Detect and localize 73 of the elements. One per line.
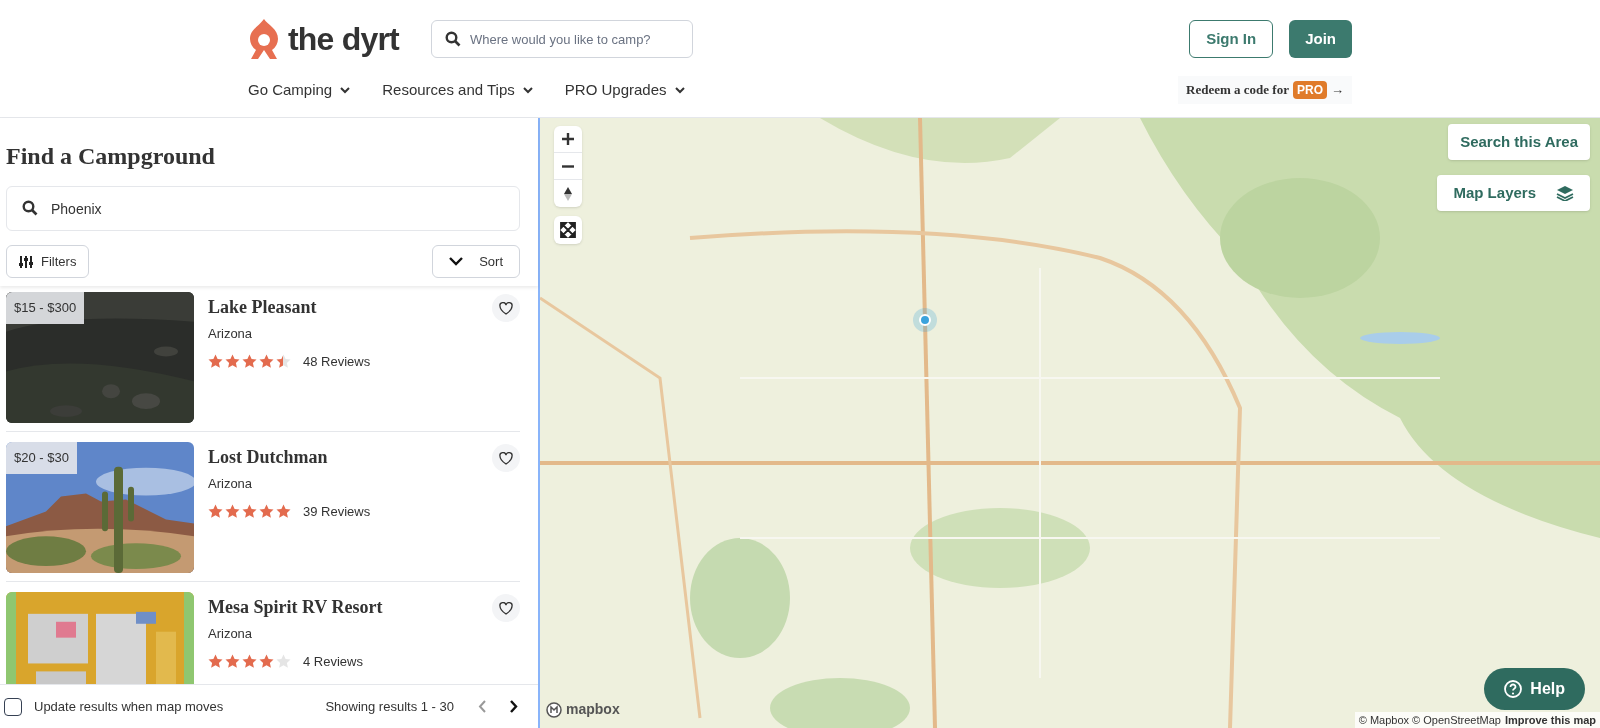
checkbox-label: Update results when map moves [34, 697, 224, 716]
minus-icon [562, 164, 574, 168]
chevron-down-icon [449, 257, 464, 266]
mapbox-logo-text[interactable]: mapbox [566, 699, 620, 720]
favorite-button[interactable] [492, 444, 520, 472]
star-icon [225, 353, 240, 369]
campground-name[interactable]: Lost Dutchman [208, 444, 328, 471]
location-search-field[interactable]: Phoenix [6, 186, 520, 231]
results-count: Showing results 1 - 30 [325, 697, 454, 716]
search-icon [22, 200, 38, 216]
campground-name[interactable]: Lake Pleasant [208, 294, 317, 321]
heart-icon [499, 301, 513, 315]
review-count: 48 Reviews [303, 352, 371, 371]
heart-icon [499, 451, 513, 465]
price-badge: $15 - $300 [6, 292, 85, 324]
improve-map-link[interactable]: Improve this map [1504, 711, 1596, 728]
search-field[interactable]: Where would you like to camp? [430, 20, 693, 58]
join-button[interactable]: Join [1289, 20, 1352, 58]
price-badge: $20 - $30 [6, 442, 77, 474]
star-icon [225, 503, 240, 519]
attribution-text[interactable]: © Mapbox © OpenStreetMap [1358, 711, 1501, 728]
help-button[interactable]: Help [1484, 668, 1585, 710]
chevron-right-icon [510, 700, 518, 713]
review-count: 4 Reviews [303, 652, 363, 671]
star-icon [242, 503, 257, 519]
review-count: 39 Reviews [303, 502, 371, 521]
pro-badge: PRO [1293, 81, 1327, 99]
nav-menu-item[interactable]: Resources and Tips [382, 78, 533, 102]
nav-menu-item[interactable]: Go Camping [248, 78, 351, 102]
star-icon [242, 353, 257, 369]
fullscreen-button[interactable] [554, 216, 582, 244]
favorite-button[interactable] [492, 594, 520, 622]
map-layers-button[interactable]: Map Layers [1437, 175, 1590, 211]
compass-icon [564, 185, 572, 202]
plus-icon [562, 133, 574, 145]
star-icon [242, 653, 257, 669]
filters-button[interactable]: Filters [6, 245, 90, 278]
page-title: Find a Campground [6, 142, 216, 171]
star-icon [276, 503, 291, 519]
layers-icon [1556, 185, 1574, 201]
star-icon [276, 353, 291, 369]
star-icon [276, 653, 291, 669]
sign-in-button[interactable]: Sign In [1189, 20, 1274, 58]
search-area-button[interactable]: Search this Area [1448, 124, 1590, 160]
star-icon [208, 503, 223, 519]
chevron-left-icon [478, 700, 486, 713]
nav-menu-item[interactable]: PRO Upgrades [564, 78, 685, 102]
campground-name[interactable]: Mesa Spirit RV Resort [208, 594, 383, 621]
star-icon [259, 653, 274, 669]
search-icon [444, 31, 461, 47]
sliders-icon [19, 254, 33, 269]
chevron-down-icon [522, 86, 533, 94]
logo-text[interactable]: the dyrt [288, 15, 399, 63]
chevron-down-icon [674, 86, 685, 94]
chevron-down-icon [340, 86, 351, 94]
region-text: Arizona [208, 325, 254, 343]
sort-button[interactable]: Sort [432, 245, 520, 278]
favorite-button[interactable] [492, 294, 520, 322]
current-location-icon [913, 308, 937, 332]
region-text: Arizona [208, 625, 254, 643]
expand-icon [560, 222, 576, 238]
star-icon [208, 353, 223, 369]
star-icon [208, 653, 223, 669]
mapbox-logo-icon [546, 701, 562, 718]
help-icon [1504, 680, 1523, 698]
checkbox[interactable] [4, 697, 22, 716]
star-icon [225, 653, 240, 669]
star-icon [259, 503, 274, 519]
region-text: Arizona [208, 475, 254, 493]
heart-icon [499, 601, 513, 615]
redeem-link[interactable]: Redeem a code for PRO → [1178, 76, 1352, 104]
logo-icon [248, 18, 280, 60]
star-icon [259, 353, 274, 369]
